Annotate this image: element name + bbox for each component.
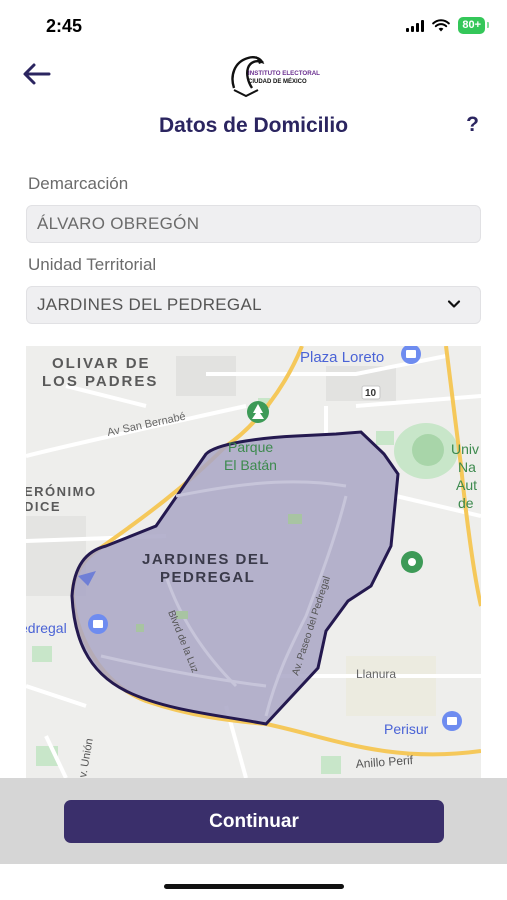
map-label-jardines-2: PEDREGAL xyxy=(160,569,255,586)
home-indicator xyxy=(164,884,344,889)
map-label-olivar-2: LOS PADRES xyxy=(42,373,158,390)
map-label-road-10: 10 xyxy=(365,388,377,399)
wifi-icon xyxy=(432,19,451,32)
demarcacion-label: Demarcación xyxy=(28,174,129,193)
map-canvas: OLIVAR DE LOS PADRES Plaza Loreto 10 Av … xyxy=(26,346,481,778)
map-label-unam-2: Na xyxy=(458,459,476,475)
page-title: Datos de Domicilio xyxy=(158,114,349,137)
signal-icon xyxy=(406,19,425,32)
demarcacion-field: ÁLVARO OBREGÓN xyxy=(26,205,481,243)
status-icons: 80+ xyxy=(406,17,489,34)
nav-bar: INSTITUTO ELECTORAL CIUDAD DE MÉXICO xyxy=(0,50,507,98)
unidad-territorial-value: JARDINES DEL PEDREGAL xyxy=(37,295,262,314)
map-label-jardines-1: JARDINES DEL xyxy=(142,551,270,568)
map-label-parque-1: Parque xyxy=(228,439,273,455)
chevron-down-icon xyxy=(447,300,461,308)
bottom-bar: Continuar xyxy=(0,778,507,864)
map-label-llanura: Llanura xyxy=(356,667,396,681)
unidad-territorial-select[interactable]: JARDINES DEL PEDREGAL xyxy=(26,286,481,324)
logo-line-2: CIUDAD DE MÉXICO xyxy=(248,77,307,85)
garden-pin-icon[interactable] xyxy=(401,551,423,573)
back-arrow-icon[interactable] xyxy=(20,60,54,88)
map-label-unam-4: de xyxy=(458,495,474,511)
iecm-logo: INSTITUTO ELECTORAL CIUDAD DE MÉXICO xyxy=(231,56,320,98)
map-label-parque-2: El Batán xyxy=(224,457,277,473)
park-pin-icon[interactable] xyxy=(247,401,269,423)
status-time: 2:45 xyxy=(46,16,83,36)
logo-line-1: INSTITUTO ELECTORAL xyxy=(248,70,320,77)
status-bar: 2:45 80+ xyxy=(0,0,507,52)
continue-button[interactable]: Continuar xyxy=(64,800,444,843)
shopping-pin-icon[interactable] xyxy=(442,711,462,731)
map-label-jeronimo-2: DICE xyxy=(26,499,61,514)
map-label-jeronimo-1: ERÓNIMO xyxy=(26,484,97,499)
shopping-pin-icon[interactable] xyxy=(88,614,108,634)
map-label-plaza-loreto: Plaza Loreto xyxy=(300,349,384,366)
map-label-unam-3: Aut xyxy=(456,477,477,493)
map-label-unam-1: Univ xyxy=(451,441,479,457)
map-label-perisur: Perisur xyxy=(384,721,429,737)
demarcacion-value: ÁLVARO OBREGÓN xyxy=(37,214,200,233)
title-row: Datos de Domicilio ? xyxy=(0,108,507,144)
map-label-pedregal: edregal xyxy=(26,620,67,636)
map-label-olivar-1: OLIVAR DE xyxy=(52,355,151,372)
unidad-territorial-label: Unidad Territorial xyxy=(28,255,157,274)
battery-indicator: 80+ xyxy=(458,17,489,34)
map-view[interactable]: OLIVAR DE LOS PADRES Plaza Loreto 10 Av … xyxy=(26,346,481,778)
help-button[interactable]: ? xyxy=(466,113,479,137)
